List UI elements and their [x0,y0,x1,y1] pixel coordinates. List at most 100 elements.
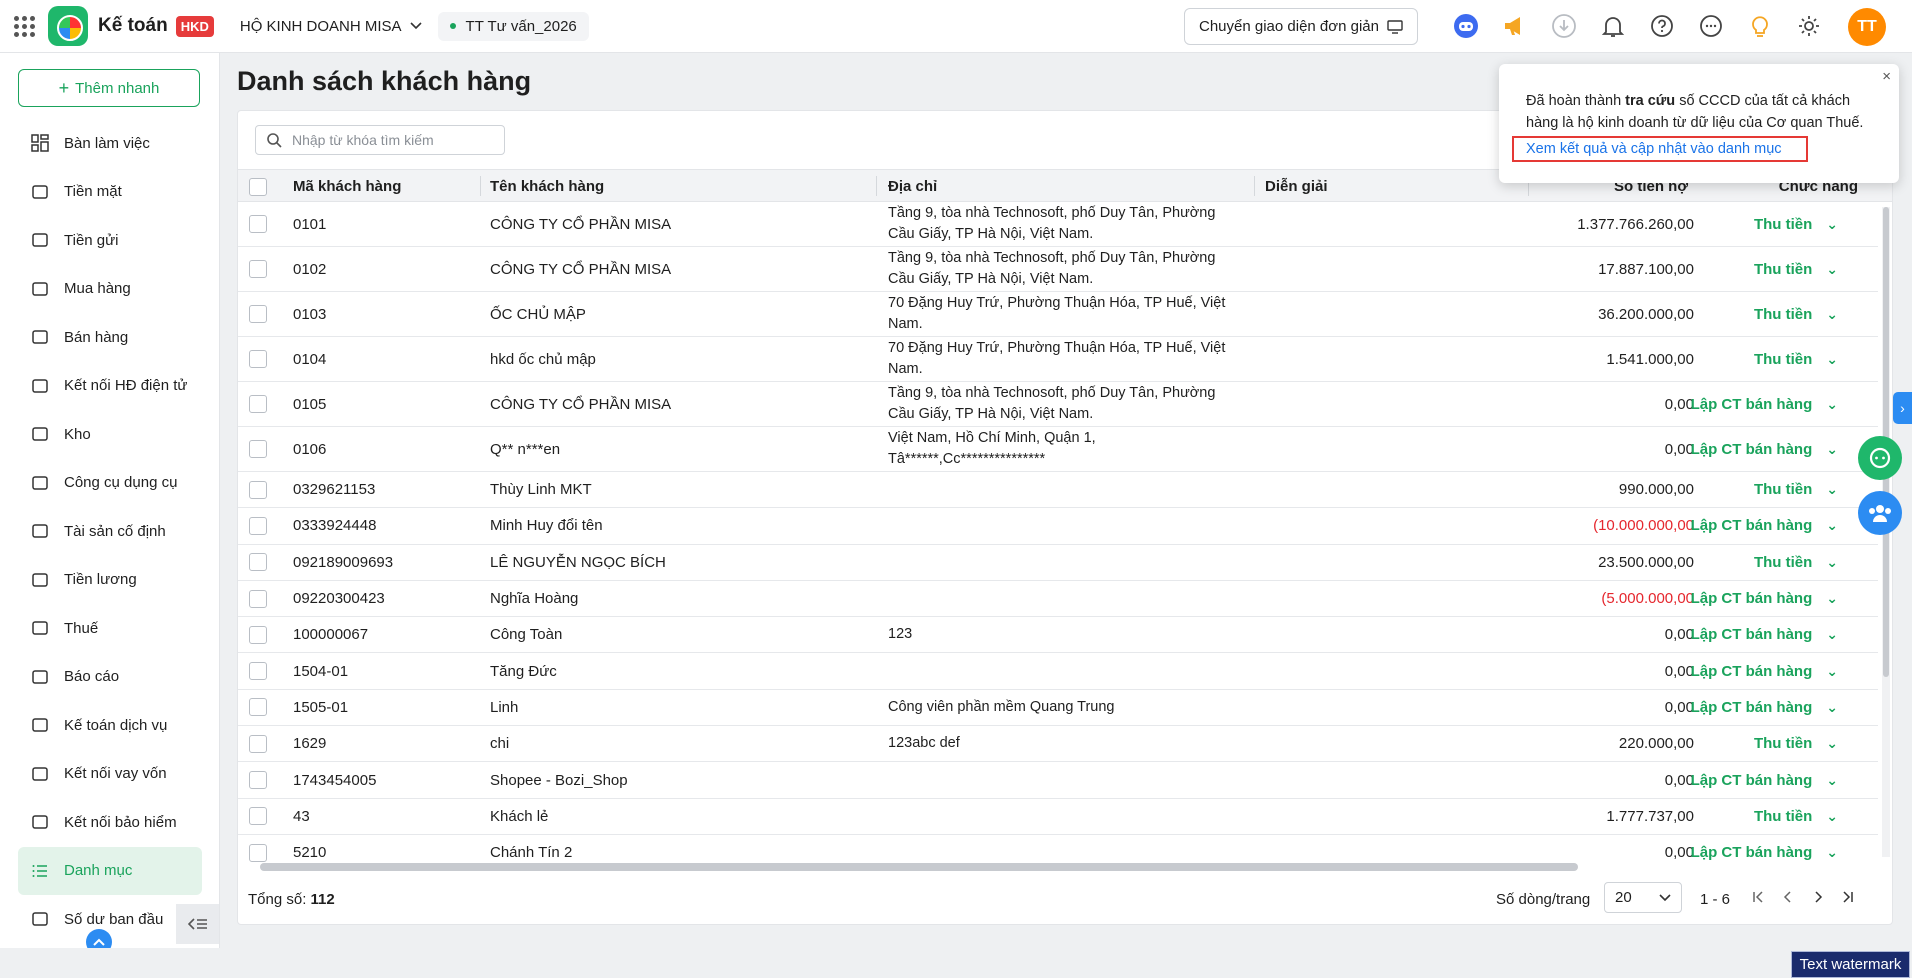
row-action[interactable]: Thu tiền ⌄ [1678,247,1838,291]
table-row[interactable]: 43 Khách lẻ 1.777.737,00 Thu tiền ⌄ [238,799,1878,835]
row-action-label[interactable]: Thu tiền [1754,554,1812,571]
chevron-down-icon[interactable]: ⌄ [1826,396,1838,413]
row-select-cell[interactable] [249,653,267,688]
sidebar-item[interactable]: Tiền mặt [0,168,219,217]
expand-panel-icon[interactable]: › [1893,392,1912,424]
gear-icon[interactable] [1793,10,1825,42]
row-select-cell[interactable] [249,427,267,471]
row-select-cell[interactable] [249,337,267,381]
table-row[interactable]: 0105 CÔNG TY CỔ PHẦN MISA Tầng 9, tòa nhà … [238,382,1878,427]
row-action[interactable]: Thu tiền ⌄ [1678,292,1838,336]
table-row[interactable]: 5210 Chánh Tín 2 0,00 Lập CT bán hàng ⌄ [238,835,1878,862]
row-select-cell[interactable] [249,382,267,426]
chevron-down-icon[interactable]: ⌄ [1826,626,1838,643]
row-checkbox[interactable] [249,516,267,535]
row-action[interactable]: Thu tiền ⌄ [1678,545,1838,580]
chevron-down-icon[interactable]: ⌄ [1826,772,1838,789]
table-row[interactable]: 0106 Q** n***en Việt Nam, Hồ Chí Minh, Quậ… [238,427,1878,472]
sidebar-item[interactable]: Kết nối bảo hiểm [0,798,219,847]
collapse-sidebar-button[interactable] [176,904,219,944]
more-icon[interactable] [1695,10,1727,42]
row-action-label[interactable]: Thu tiền [1754,481,1812,498]
row-action-label[interactable]: Lập CT bán hàng [1691,441,1813,458]
row-checkbox[interactable] [249,625,267,644]
col-header-note[interactable]: Diễn giải [1265,170,1328,203]
sidebar-item[interactable]: Tài sản cố định [0,507,219,556]
chevron-down-icon[interactable]: ⌄ [1826,663,1838,680]
row-select-cell[interactable] [249,726,267,761]
period-selector[interactable]: TT Tư vấn_2026 [437,11,589,41]
sidebar-item[interactable]: Kết nối vay vốn [0,750,219,799]
chevron-down-icon[interactable]: ⌄ [1826,441,1838,458]
table-row[interactable]: 0102 CÔNG TY CỔ PHẦN MISA Tầng 9, tòa nhà … [238,247,1878,292]
chevron-down-icon[interactable]: ⌄ [1826,306,1838,323]
quick-add-button[interactable]: + Thêm nhanh [18,69,200,107]
row-action-label[interactable]: Lập CT bán hàng [1691,517,1813,534]
sidebar-item[interactable]: Bán hàng [0,313,219,362]
row-checkbox[interactable] [249,589,267,608]
prev-page-icon[interactable] [1778,887,1798,907]
row-action-label[interactable]: Lập CT bán hàng [1691,626,1813,643]
row-select-cell[interactable] [249,247,267,291]
row-checkbox[interactable] [249,807,267,826]
row-action-label[interactable]: Thu tiền [1754,808,1812,825]
chat-support-button[interactable] [1858,436,1902,480]
app-logo[interactable] [48,6,88,46]
table-row[interactable]: 1743454005 Shopee - Bozi_Shop 0,00 Lập CT b… [238,762,1878,799]
sidebar-item[interactable]: Báo cáo [0,653,219,702]
table-row[interactable]: 09220300423 Nghĩa Hoàng (5.000.000,00 Lập C… [238,581,1878,618]
row-action-label[interactable]: Lập CT bán hàng [1691,844,1813,861]
row-select-cell[interactable] [249,545,267,580]
row-checkbox[interactable] [249,480,267,499]
row-action[interactable]: Thu tiền ⌄ [1678,726,1838,761]
lightbulb-icon[interactable] [1744,10,1776,42]
sidebar-item[interactable]: Kế toán dịch vụ [0,701,219,750]
column-divider[interactable] [876,176,877,196]
megaphone-icon[interactable] [1499,10,1531,42]
row-action-label[interactable]: Lập CT bán hàng [1691,699,1813,716]
app-grid-icon[interactable] [12,14,36,38]
table-row[interactable]: 0104 hkd ốc chủ mập 70 Đặng Huy Trứ, Phườn… [238,337,1878,382]
row-checkbox[interactable] [249,553,267,572]
table-row[interactable]: 0103 ỐC CHỦ MẬP 70 Đặng Huy Trứ, Phường Th… [238,292,1878,337]
community-button[interactable] [1858,491,1902,535]
sidebar-item[interactable]: Công cụ dụng cụ [0,459,219,508]
row-action[interactable]: Lập CT bán hàng ⌄ [1678,581,1838,616]
sidebar-item[interactable]: Tiền gửi [0,216,219,265]
first-page-icon[interactable] [1748,887,1768,907]
row-action[interactable]: Lập CT bán hàng ⌄ [1678,427,1838,471]
search-input[interactable] [292,132,482,148]
row-checkbox[interactable] [249,662,267,681]
view-results-link[interactable]: Xem kết quả và cập nhật vào danh mục [1512,136,1808,162]
row-select-cell[interactable] [249,799,267,834]
row-action-label[interactable]: Thu tiền [1754,261,1812,278]
table-row[interactable]: 1629 chi 123abc def 220.000,00 Thu tiền ⌄ [238,726,1878,763]
sidebar-item[interactable]: Kết nối HĐ điện tử [0,362,219,411]
row-select-cell[interactable] [249,202,267,246]
row-action[interactable]: Lập CT bán hàng ⌄ [1678,835,1838,862]
search-box[interactable] [255,125,505,155]
table-row[interactable]: 1505-01 Linh Công viên phần mềm Quang Trun… [238,690,1878,727]
per-page-select[interactable]: 20 [1604,882,1682,913]
bell-icon[interactable] [1597,10,1629,42]
row-checkbox[interactable] [249,734,267,753]
chevron-down-icon[interactable]: ⌄ [1826,517,1838,534]
row-checkbox[interactable] [249,260,267,278]
chevron-down-icon[interactable]: ⌄ [1826,590,1838,607]
row-action[interactable]: Lập CT bán hàng ⌄ [1678,762,1838,797]
sidebar-item[interactable]: Tiền lương [0,556,219,605]
row-action-label[interactable]: Thu tiền [1754,351,1812,368]
scroll-up-button[interactable] [86,929,112,948]
row-action-label[interactable]: Lập CT bán hàng [1691,772,1813,789]
row-select-cell[interactable] [249,581,267,616]
row-checkbox[interactable] [249,350,267,368]
row-checkbox[interactable] [249,771,267,790]
chevron-down-icon[interactable]: ⌄ [1826,699,1838,716]
row-select-cell[interactable] [249,617,267,652]
row-checkbox[interactable] [249,395,267,413]
chevron-down-icon[interactable]: ⌄ [1826,808,1838,825]
chevron-down-icon[interactable]: ⌄ [1826,481,1838,498]
help-icon[interactable] [1646,10,1678,42]
row-checkbox[interactable] [249,305,267,323]
row-action[interactable]: Lập CT bán hàng ⌄ [1678,690,1838,725]
